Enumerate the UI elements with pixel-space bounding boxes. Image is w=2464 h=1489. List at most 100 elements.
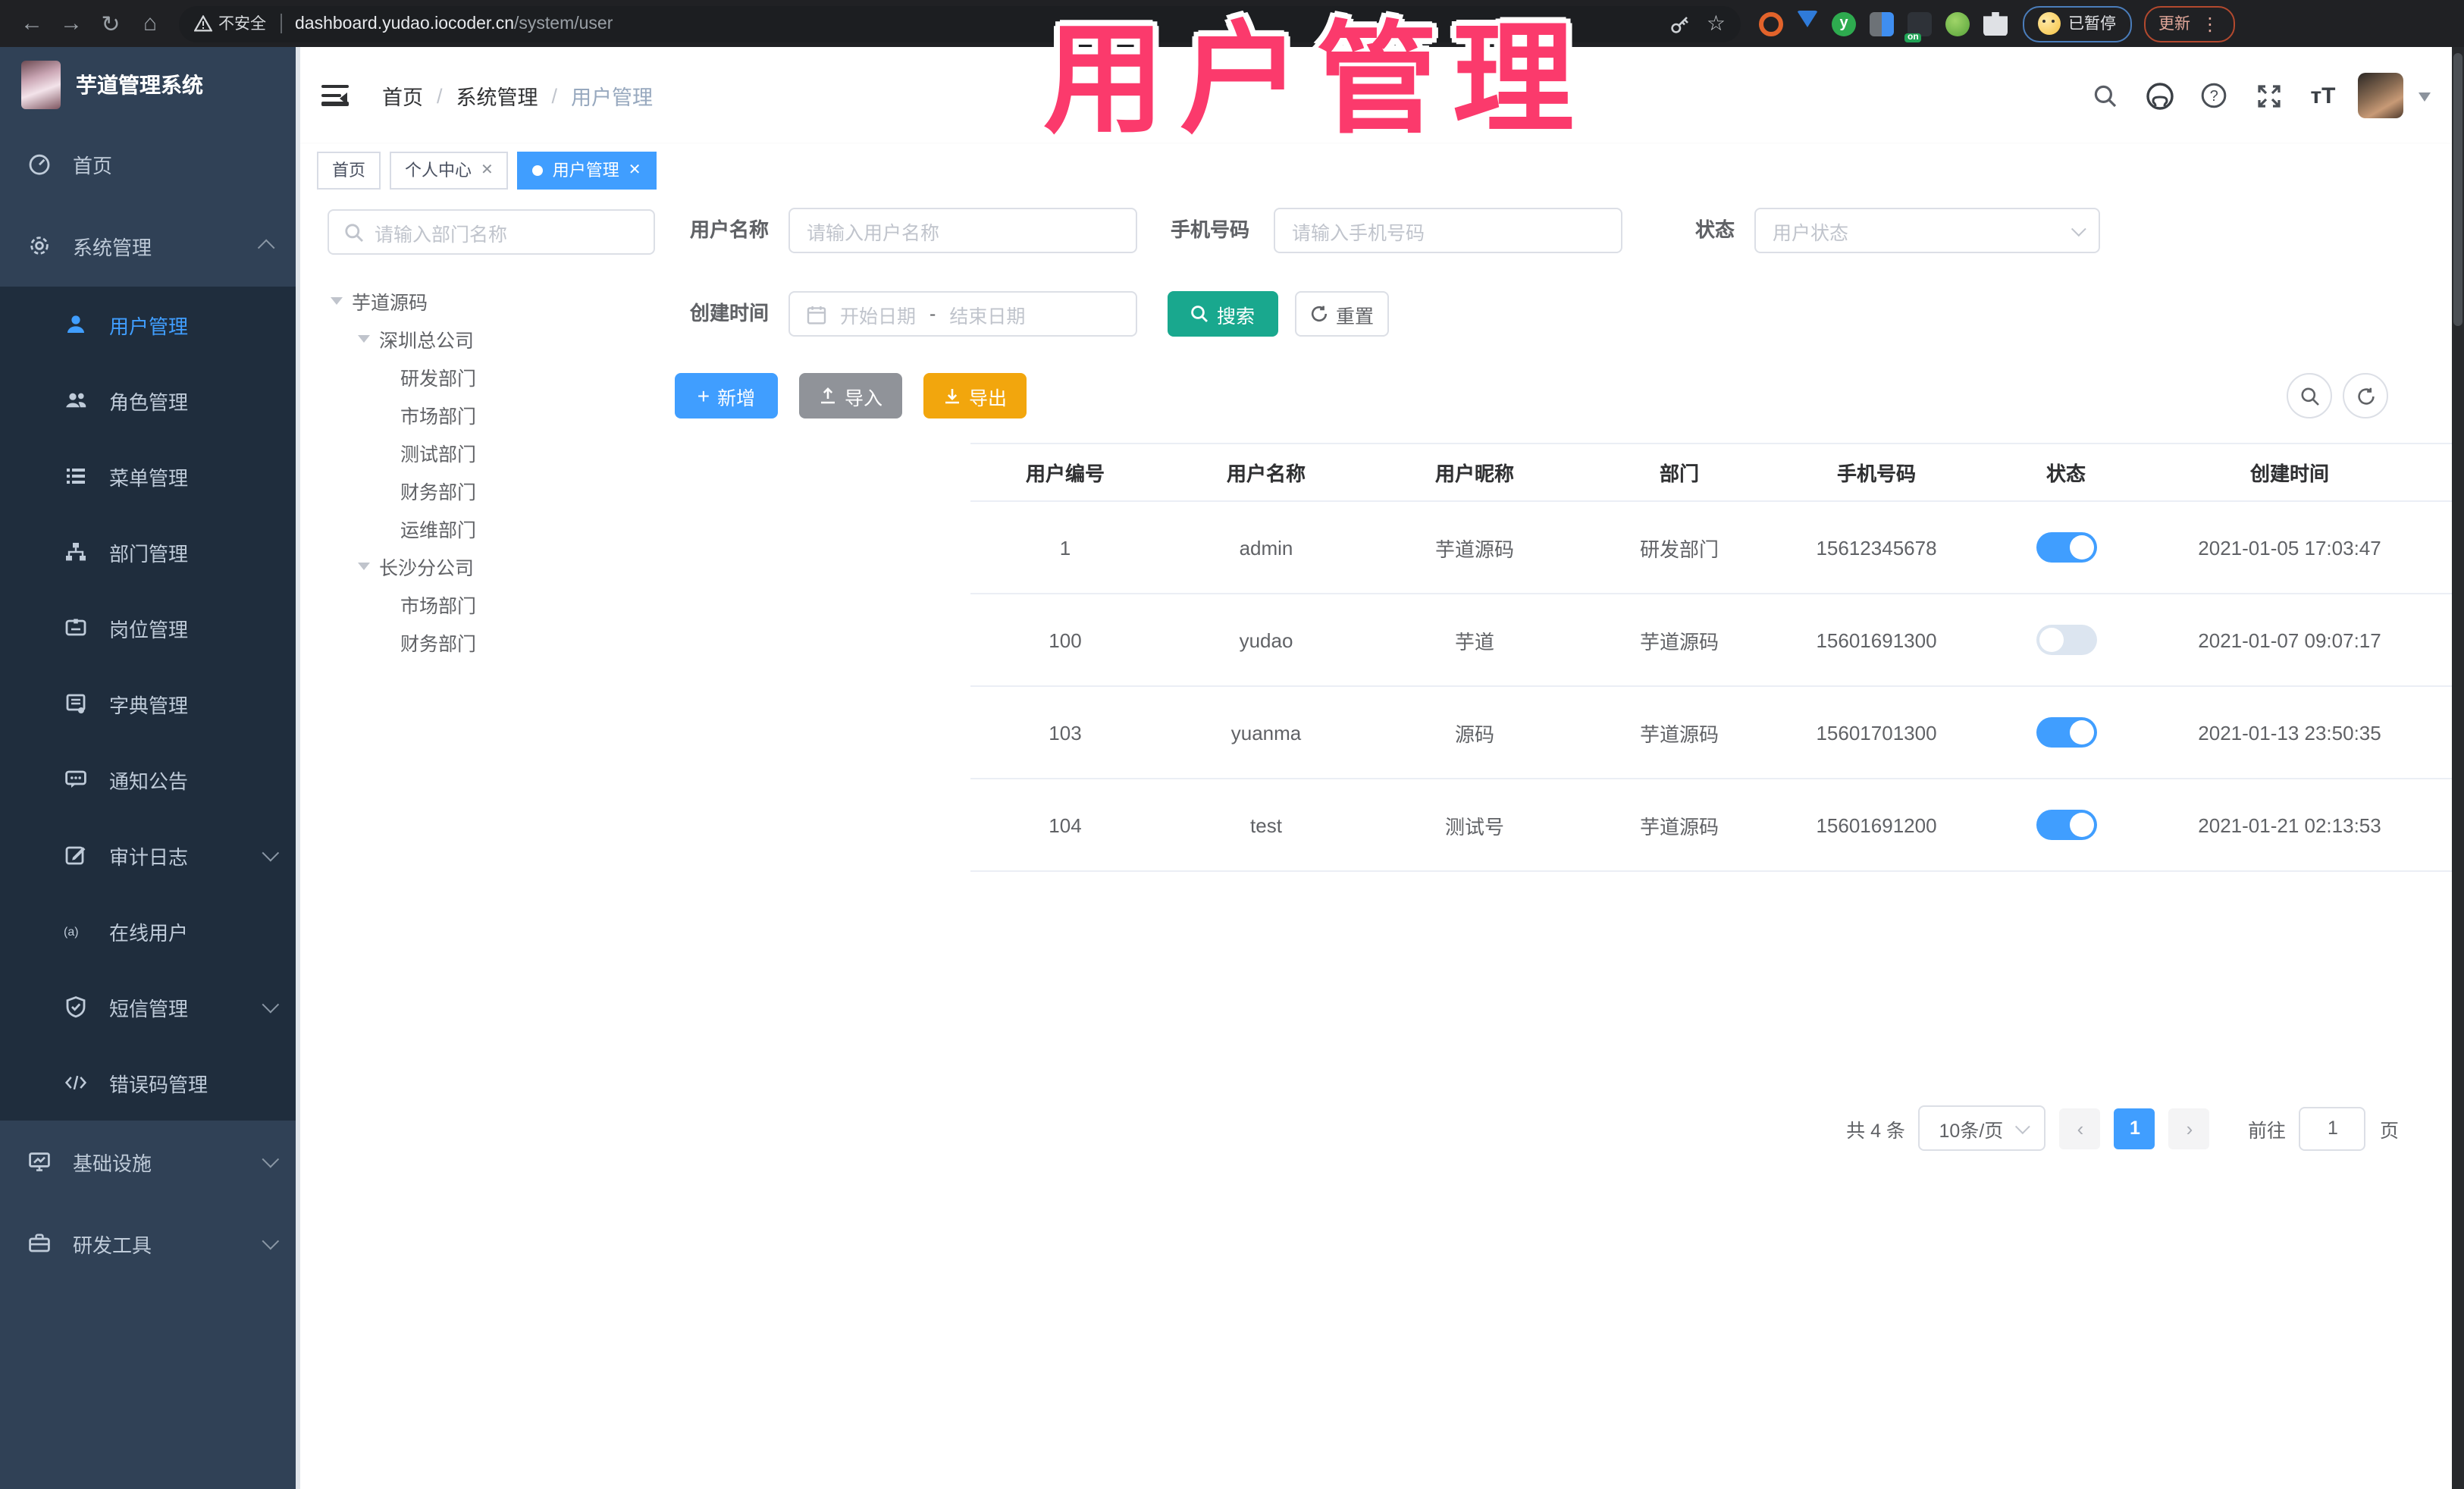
scrollbar-thumb[interactable] xyxy=(2453,53,2462,326)
sidebar-item-dev-tools[interactable]: 研发工具 xyxy=(0,1202,296,1284)
next-page-button[interactable]: › xyxy=(2168,1108,2210,1149)
url-host: dashboard.yudao.iocoder.cn xyxy=(295,14,514,33)
sidebar-item-dict-mgmt[interactable]: 字典管理 xyxy=(0,666,296,741)
sidebar-item-online-users[interactable]: (a) 在线用户 xyxy=(0,893,296,969)
goto-label: 前往 xyxy=(2247,1120,2286,1141)
address-bar[interactable]: 不安全 dashboard.yudao.iocoder.cn/system/us… xyxy=(179,5,1741,42)
close-icon[interactable]: ✕ xyxy=(629,161,641,178)
sidebar-item-system[interactable]: 系统管理 xyxy=(0,205,296,287)
caret-down-icon[interactable] xyxy=(331,297,343,311)
extension-grid-icon[interactable] xyxy=(1870,11,1894,36)
chevron-up-icon xyxy=(257,239,275,257)
cell-user-id: 104 xyxy=(970,779,1160,872)
forward-icon[interactable]: → xyxy=(52,4,91,43)
key-icon[interactable] xyxy=(1670,13,1691,34)
header-search-icon[interactable] xyxy=(2085,76,2124,115)
username-label: 用户名称 xyxy=(689,218,769,241)
tab-user-mgmt[interactable]: 用户管理 ✕ xyxy=(517,151,657,189)
sidebar-item-error-code[interactable]: 错误码管理 xyxy=(0,1045,296,1121)
tab-home[interactable]: 首页 xyxy=(317,151,381,189)
caret-down-icon[interactable] xyxy=(358,335,370,349)
sidebar-item-menu-mgmt[interactable]: 菜单管理 xyxy=(0,438,296,514)
extension-green-key-icon[interactable] xyxy=(1945,11,1970,36)
extension-green-y-icon[interactable]: y xyxy=(1832,11,1856,36)
export-button-label: 导出 xyxy=(968,387,1007,409)
breadcrumb: 首页 / 系统管理 / 用户管理 xyxy=(382,80,653,111)
profile-paused-badge[interactable]: 已暂停 xyxy=(2023,5,2131,42)
tree-node[interactable]: 长沙分公司 xyxy=(328,547,655,585)
sidebar-item-home[interactable]: 首页 xyxy=(0,123,296,205)
extension-proxy-icon[interactable]: on xyxy=(1904,11,1932,42)
tree-node[interactable]: 研发部门 xyxy=(328,358,655,396)
tree-node[interactable]: 市场部门 xyxy=(328,396,655,434)
puzzle-extensions-icon[interactable] xyxy=(1983,11,2008,36)
status-toggle[interactable] xyxy=(2036,810,2096,840)
extension-orange-ring-icon[interactable] xyxy=(1759,11,1783,36)
tree-node-root[interactable]: 芋道源码 xyxy=(328,282,655,320)
back-icon[interactable]: ← xyxy=(12,4,52,43)
breadcrumb-home[interactable]: 首页 xyxy=(382,80,423,111)
close-icon[interactable]: ✕ xyxy=(481,161,494,178)
cell-created: 2021-01-07 09:07:17 xyxy=(2161,594,2419,687)
bookmark-star-icon[interactable]: ☆ xyxy=(1707,11,1726,36)
status-toggle[interactable] xyxy=(2036,625,2096,655)
avatar-caret-down-icon[interactable] xyxy=(2419,92,2431,107)
sidebar-item-sms-mgmt[interactable]: 短信管理 xyxy=(0,969,296,1045)
page-size-select[interactable]: 10条/页 xyxy=(1918,1105,2046,1151)
tree-node[interactable]: 测试部门 xyxy=(328,434,655,472)
chevron-down-icon xyxy=(262,844,280,862)
goto-page-input[interactable]: 1 xyxy=(2299,1106,2366,1150)
date-range-input[interactable]: 开始日期 - 结束日期 xyxy=(788,291,1137,337)
status-select[interactable]: 用户状态 xyxy=(1754,208,2100,253)
tab-label: 用户管理 xyxy=(552,162,619,180)
username-input[interactable]: 请输入用户名称 xyxy=(788,208,1137,253)
fullscreen-icon[interactable] xyxy=(2249,76,2288,115)
toggle-search-button[interactable] xyxy=(2287,373,2332,418)
breadcrumb-system[interactable]: 系统管理 xyxy=(456,80,538,111)
export-button[interactable]: 导出 xyxy=(923,373,1027,418)
reset-button[interactable]: 重置 xyxy=(1295,291,1389,337)
home-icon[interactable]: ⌂ xyxy=(130,4,170,43)
tree-node[interactable]: 运维部门 xyxy=(328,509,655,547)
extension-blue-drop-icon[interactable] xyxy=(1797,10,1818,37)
mobile-label: 手机号码 xyxy=(1170,218,1249,241)
status-label: 状态 xyxy=(1694,218,1735,241)
refresh-table-button[interactable] xyxy=(2343,373,2388,418)
prev-page-button[interactable]: ‹ xyxy=(2059,1108,2101,1149)
sidebar-item-notice[interactable]: 通知公告 xyxy=(0,741,296,817)
search-button[interactable]: 搜索 xyxy=(1168,291,1278,337)
mobile-input[interactable]: 请输入手机号码 xyxy=(1274,208,1622,253)
sidebar-collapse-icon[interactable] xyxy=(321,85,349,106)
tree-node[interactable]: 财务部门 xyxy=(328,623,655,661)
app-logo[interactable]: 芋道管理系统 xyxy=(0,47,296,123)
browser-menu-icon[interactable]: ⋮ xyxy=(2201,13,2219,34)
page-scrollbar[interactable] xyxy=(2452,47,2464,1489)
tree-node-label: 芋道源码 xyxy=(352,293,428,314)
not-secure-warning[interactable]: 不安全 xyxy=(194,12,266,35)
caret-down-icon[interactable] xyxy=(358,563,370,576)
add-button[interactable]: + 新增 xyxy=(675,373,778,418)
sidebar-item-post-mgmt[interactable]: 岗位管理 xyxy=(0,590,296,666)
sidebar-item-audit-log[interactable]: 审计日志 xyxy=(0,817,296,893)
status-toggle[interactable] xyxy=(2036,532,2096,563)
tree-node[interactable]: 财务部门 xyxy=(328,472,655,509)
user-avatar[interactable] xyxy=(2358,73,2403,118)
github-icon[interactable] xyxy=(2140,76,2179,115)
tab-profile[interactable]: 个人中心 ✕ xyxy=(390,151,509,189)
sidebar-item-role-mgmt[interactable]: 角色管理 xyxy=(0,362,296,438)
tree-node[interactable]: 深圳总公司 xyxy=(328,320,655,358)
status-toggle[interactable] xyxy=(2036,717,2096,748)
font-size-icon[interactable]: ᴛT xyxy=(2303,76,2343,115)
import-button[interactable]: 导入 xyxy=(799,373,902,418)
sidebar-item-infrastructure[interactable]: 基础设施 xyxy=(0,1121,296,1202)
browser-update-button[interactable]: 更新 ⋮ xyxy=(2143,5,2234,42)
docs-question-icon[interactable]: ? xyxy=(2194,76,2234,115)
reload-icon[interactable]: ↻ xyxy=(91,4,130,43)
tree-node[interactable]: 市场部门 xyxy=(328,585,655,623)
dept-search-input[interactable]: 请输入部门名称 xyxy=(328,209,655,255)
cell-dept: 芋道源码 xyxy=(1577,686,1782,779)
sidebar-item-user-mgmt[interactable]: 用户管理 xyxy=(0,287,296,362)
cell-nickname: 芋道 xyxy=(1372,594,1577,687)
sidebar-item-dept-mgmt[interactable]: 部门管理 xyxy=(0,514,296,590)
current-page-button[interactable]: 1 xyxy=(2114,1108,2155,1149)
